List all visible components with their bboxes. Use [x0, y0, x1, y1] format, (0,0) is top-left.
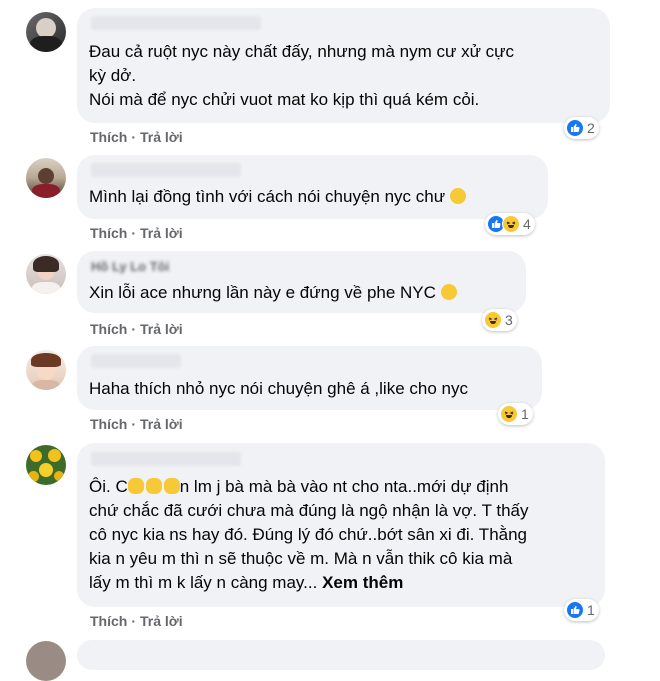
smile-emoji-icon	[449, 188, 466, 204]
comment-actions: Thích · Trả lời	[90, 613, 183, 629]
author-name-redacted[interactable]	[91, 163, 241, 177]
author-name-redacted[interactable]	[91, 354, 181, 368]
comment-bubble: Đau cả ruột nyc này chất đấy, nhưng mà n…	[77, 8, 610, 123]
clap-emoji-icon	[145, 478, 162, 494]
avatar[interactable]	[26, 350, 66, 390]
comment-bubble: Mình lại đồng tình với cách nói chuyện n…	[77, 155, 548, 219]
avatar[interactable]	[26, 254, 66, 294]
separator: ·	[131, 416, 137, 432]
comment-actions: Thích · Trả lời	[90, 321, 183, 337]
separator: ·	[131, 321, 137, 337]
comment-text: Haha thích nhỏ nyc nói chuyện ghê á ,lik…	[89, 379, 468, 398]
comment-actions: Thích · Trả lời	[90, 225, 183, 241]
avatar[interactable]	[26, 445, 66, 485]
like-action[interactable]: Thích	[90, 129, 127, 145]
like-action[interactable]: Thích	[90, 416, 127, 432]
reaction-count: 2	[587, 120, 595, 136]
author-name-redacted[interactable]	[91, 16, 261, 30]
author-name-redacted[interactable]	[91, 452, 241, 466]
like-action[interactable]: Thích	[90, 613, 127, 629]
like-action[interactable]: Thích	[90, 225, 127, 241]
like-icon	[566, 119, 584, 137]
comment-text: Xin lỗi ace nhưng lần này e đứng về phe …	[89, 281, 457, 305]
comment-bubble	[77, 640, 605, 670]
comment-actions: Thích · Trả lời	[90, 416, 183, 432]
see-more-link[interactable]: Xem thêm	[322, 573, 403, 592]
comment-bubble: Ôi. Cn lm j bà mà bà vào nt cho nta..mới…	[77, 443, 605, 607]
reaction-count: 3	[505, 312, 513, 328]
comment-bubble: Hồ Ly Lo Tôi Xin lỗi ace nhưng lần này e…	[77, 251, 526, 313]
avatar[interactable]	[26, 641, 66, 681]
comment-bubble: Haha thích nhỏ nyc nói chuyện ghê á ,lik…	[77, 346, 542, 410]
reaction-count: 1	[587, 602, 595, 618]
reply-action[interactable]: Trả lời	[140, 613, 183, 629]
separator: ·	[131, 225, 137, 241]
clap-emoji-icon	[163, 478, 180, 494]
reaction-count: 1	[521, 406, 529, 422]
reply-action[interactable]: Trả lời	[140, 129, 183, 145]
reply-action[interactable]: Trả lời	[140, 416, 183, 432]
comment-actions: Thích · Trả lời	[90, 129, 183, 145]
like-action[interactable]: Thích	[90, 321, 127, 337]
comment-text: Mình lại đồng tình với cách nói chuyện n…	[89, 185, 466, 209]
like-icon	[566, 601, 584, 619]
haha-icon	[500, 405, 518, 423]
haha-icon	[502, 215, 520, 233]
reaction-summary[interactable]: 1	[498, 403, 533, 425]
separator: ·	[131, 613, 137, 629]
reaction-summary[interactable]: 1	[564, 599, 599, 621]
haha-icon	[484, 311, 502, 329]
author-name-partial[interactable]: Hồ Ly Lo Tôi	[91, 259, 169, 274]
avatar[interactable]	[26, 158, 66, 198]
reply-action[interactable]: Trả lời	[140, 321, 183, 337]
reaction-summary[interactable]: 2	[564, 117, 599, 139]
reaction-count: 4	[523, 216, 531, 232]
comment-text: Ôi. Cn lm j bà mà bà vào nt cho nta..mới…	[89, 477, 529, 592]
rofl-emoji-icon	[440, 284, 457, 300]
avatar[interactable]	[26, 12, 66, 52]
reaction-summary[interactable]: 4	[485, 213, 535, 235]
reply-action[interactable]: Trả lời	[140, 225, 183, 241]
clap-emoji-icon	[127, 478, 144, 494]
separator: ·	[131, 129, 137, 145]
reaction-summary[interactable]: 3	[482, 309, 517, 331]
comment-text: Đau cả ruột nyc này chất đấy, nhưng mà n…	[89, 42, 515, 109]
